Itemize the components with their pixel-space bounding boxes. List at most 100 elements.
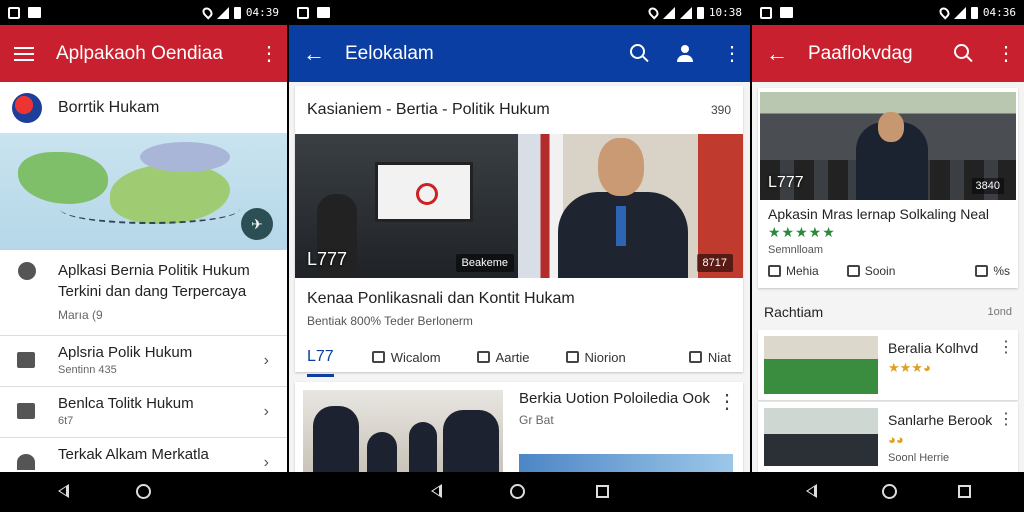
- app-screen-detail: 04:36 ← Paaflokvdag ⋮ L777 3840 Apkasin …: [752, 0, 1024, 472]
- back-nav-icon[interactable]: [431, 484, 442, 498]
- app-bar: ← Eelokalam ⋮: [289, 25, 750, 82]
- more-options-icon[interactable]: ⋮: [722, 44, 742, 64]
- compass-icon[interactable]: ✈: [241, 208, 273, 240]
- recents-nav-icon[interactable]: [596, 485, 609, 498]
- location-pin-icon: [18, 262, 36, 280]
- item-title: Beralia Kolhvd: [888, 340, 979, 356]
- search-icon[interactable]: [954, 43, 974, 64]
- notification-icon: [28, 7, 41, 18]
- recents-nav-icon[interactable]: [958, 485, 971, 498]
- back-nav-icon[interactable]: [58, 484, 69, 498]
- photo-icon: [297, 6, 309, 19]
- tab-active[interactable]: L77: [307, 348, 334, 377]
- more-options-icon[interactable]: ⋮: [259, 44, 279, 64]
- featured-item[interactable]: Aplkasi Bernia Politik Hukum Terkini dan…: [0, 250, 287, 336]
- card-sub: Semnlloam: [768, 244, 824, 256]
- screenshot-triptych: 04:39 Aplpakaoh Oendiaa ⋮ Borrtik Hukam …: [0, 0, 1024, 512]
- headset-icon: [17, 454, 35, 470]
- image-overlay-count: 8717: [696, 254, 733, 272]
- drawer-header-title: Borrtik Hukam: [58, 98, 160, 116]
- status-bar: 10:38: [289, 0, 750, 25]
- battery-icon: [970, 6, 978, 19]
- save-button[interactable]: Niorion: [565, 350, 626, 365]
- list-item-title: Benlca Tolitk Hukum: [58, 395, 194, 412]
- location-icon: [937, 5, 952, 20]
- signal-icon: [216, 6, 229, 19]
- list-item[interactable]: Sanlarhe Berook ◕◕ Soonl Herrie ⋮: [758, 402, 1018, 472]
- more-options-icon[interactable]: ⋮: [998, 412, 1014, 428]
- rating-stars: ★★★★★: [768, 224, 836, 240]
- notification-icon: [317, 7, 330, 18]
- location-icon: [200, 5, 215, 20]
- comment-button[interactable]: Mehia: [768, 264, 819, 278]
- comment-icon: [768, 265, 781, 277]
- app-title: Eelokalam: [345, 42, 434, 64]
- drawer-header[interactable]: Borrtik Hukam: [0, 82, 287, 134]
- item-title: Sanlarhe Berook: [888, 412, 993, 428]
- status-time: 10:38: [708, 6, 742, 19]
- home-nav-icon[interactable]: [510, 484, 525, 499]
- back-arrow-icon[interactable]: ←: [303, 42, 325, 65]
- like-button[interactable]: %s: [975, 264, 1010, 278]
- app-logo: [12, 92, 42, 123]
- list-item-sub: Sentinn 435: [58, 364, 117, 376]
- share-button[interactable]: Aartie: [476, 350, 530, 365]
- app-bar: ← Paaflokvdag ⋮: [752, 25, 1024, 82]
- item-rating: ★★★◕: [888, 360, 931, 375]
- card-headline: Berkia Uotion Poloiledia Ook: [519, 390, 710, 407]
- section-header: Rachtiam 1ond: [758, 298, 1018, 326]
- conference-photo: L777 Beakeme: [295, 134, 518, 278]
- app-screen-feed: 10:38 ← Eelokalam ⋮ Kasianiem - Bertia -…: [289, 0, 750, 472]
- photo-icon: [8, 6, 20, 19]
- news-card[interactable]: L777 3840 Apkasin Mras lernap Solkaling …: [758, 88, 1018, 288]
- list-item-title: Aplsria Polik Hukum: [58, 344, 193, 361]
- card-count: 390: [710, 103, 731, 117]
- wifi-icon: [662, 6, 675, 19]
- item-sub: Soonl Herrie: [888, 452, 950, 464]
- news-images[interactable]: L777 Beakeme 8717: [295, 134, 743, 278]
- save-button[interactable]: Sooin: [846, 264, 895, 278]
- app-screen-menu: 04:39 Aplpakaoh Oendiaa ⋮ Borrtik Hukam …: [0, 0, 287, 472]
- list-item[interactable]: Benlca Tolitk Hukum 6t7 ›: [0, 387, 287, 438]
- photo-icon: [760, 6, 772, 19]
- news-card[interactable]: Kasianiem - Bertia - Politik Hukum 390 L…: [295, 86, 743, 377]
- account-icon[interactable]: [676, 44, 696, 64]
- status-time: 04:36: [982, 6, 1016, 19]
- featured-sub: Marıa (9: [58, 308, 103, 322]
- app-title: Paaflokvdag: [808, 42, 913, 64]
- bookmark-icon: [846, 265, 860, 277]
- section-count: 1ond: [987, 306, 1012, 318]
- featured-title: Aplkasi Bernia Politik Hukum Terkini dan…: [58, 262, 250, 300]
- chevron-right-icon: ›: [263, 454, 269, 471]
- news-card[interactable]: Berkia Uotion Poloiledia Ook Gr Bat ⋮: [295, 382, 743, 472]
- more-options-icon[interactable]: ⋮: [998, 340, 1014, 356]
- image-overlay-label: Beakeme: [455, 254, 514, 272]
- list-icon: [17, 403, 35, 419]
- list-item[interactable]: Terkak Alkam Merkatla ›: [0, 438, 287, 472]
- status-bar: 04:36: [752, 0, 1024, 25]
- list-item[interactable]: Aplsria Polik Hukum Sentinn 435 ›: [0, 336, 287, 387]
- meeting-photo: [303, 390, 503, 472]
- home-nav-icon[interactable]: [882, 484, 897, 499]
- card-headline: Apkasin Mras lernap Solkaling Neal: [768, 206, 989, 222]
- back-arrow-icon[interactable]: ←: [766, 42, 788, 65]
- comment-button[interactable]: Wicalom: [371, 350, 441, 365]
- image-count: 3840: [971, 178, 1004, 194]
- navigation-bar: [0, 472, 1024, 512]
- list-item[interactable]: Beralia Kolhvd ★★★◕ ⋮: [758, 330, 1018, 400]
- home-nav-icon[interactable]: [136, 484, 151, 499]
- item-thumbnail: [764, 336, 878, 394]
- list-item-title: Terkak Alkam Merkatla: [58, 446, 209, 463]
- more-options-icon[interactable]: ⋮: [717, 392, 737, 412]
- like-button[interactable]: Niat: [688, 350, 731, 365]
- menu-icon[interactable]: [14, 46, 34, 61]
- search-icon[interactable]: [630, 43, 650, 64]
- back-nav-icon[interactable]: [806, 484, 817, 498]
- location-icon: [646, 5, 661, 20]
- share-icon: [476, 351, 490, 363]
- app-bar: Aplpakaoh Oendiaa ⋮: [0, 25, 287, 82]
- battery-icon: [233, 6, 241, 19]
- more-options-icon[interactable]: ⋮: [996, 44, 1016, 64]
- chevron-right-icon: ›: [263, 403, 269, 420]
- like-icon: [975, 265, 989, 277]
